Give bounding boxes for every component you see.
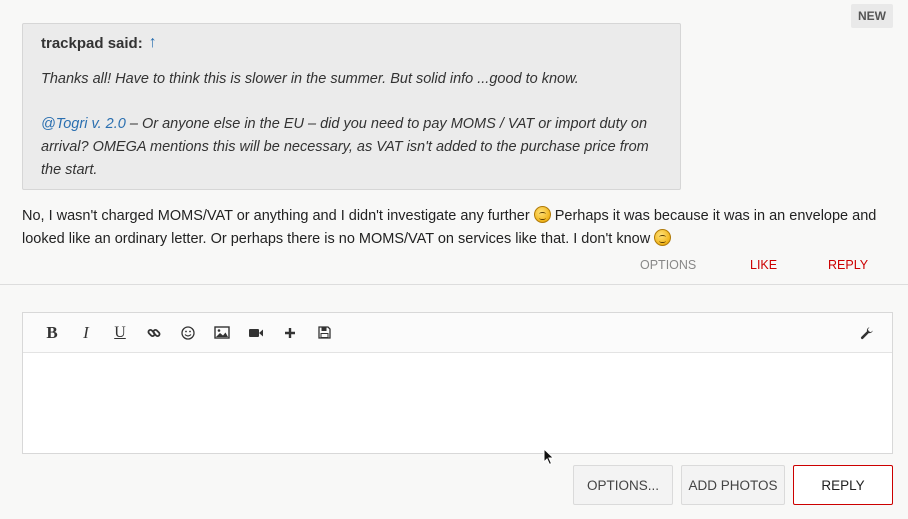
quote-paragraph-2: @Togri v. 2.0 – Or anyone else in the EU… [41,113,662,182]
user-mention-link[interactable]: @Togri v. 2.0 [41,116,126,132]
new-badge: NEW [851,4,893,28]
editor-toolbar: B I U [23,313,892,353]
smiley-emoji-icon [533,206,551,223]
link-icon[interactable] [137,319,171,347]
reply-editor: B I U [22,312,893,454]
quote-body: Thanks all! Have to think this is slower… [41,68,662,182]
quote-author[interactable]: trackpad said: [41,35,143,52]
insert-plus-icon[interactable] [273,319,307,347]
underline-button[interactable]: U [103,319,137,347]
quote-header: trackpad said: ↑ [41,32,662,54]
image-icon[interactable] [205,319,239,347]
post-actions: OPTIONS LIKE REPLY [640,258,868,272]
post-text-part-1: No, I wasn't charged MOMS/VAT or anythin… [22,208,534,224]
reply-button[interactable]: REPLY [793,465,893,505]
bold-button[interactable]: B [35,319,69,347]
divider [0,284,908,285]
smiley-icon[interactable] [171,319,205,347]
quote-paragraph-1: Thanks all! Have to think this is slower… [41,71,579,87]
video-icon[interactable] [239,319,273,347]
jump-to-quote-icon[interactable]: ↑ [149,34,157,52]
post-body: No, I wasn't charged MOMS/VAT or anythin… [22,205,882,251]
save-draft-icon[interactable] [307,319,341,347]
quote-block: trackpad said: ↑ Thanks all! Have to thi… [22,23,681,190]
like-link[interactable]: LIKE [750,258,828,272]
quote-paragraph-2-text: – Or anyone else in the EU – did you nee… [41,116,649,178]
form-buttons: OPTIONS... ADD PHOTOS REPLY [573,465,893,505]
post-options-link[interactable]: OPTIONS [640,258,750,272]
message-textarea[interactable] [23,353,892,453]
wrench-icon[interactable] [850,319,884,347]
options-button[interactable]: OPTIONS... [573,465,673,505]
post-reply-link[interactable]: REPLY [828,258,868,272]
mouse-cursor-icon [543,447,555,471]
smiley-emoji-icon [654,229,672,246]
add-photos-button[interactable]: ADD PHOTOS [681,465,785,505]
italic-button[interactable]: I [69,319,103,347]
